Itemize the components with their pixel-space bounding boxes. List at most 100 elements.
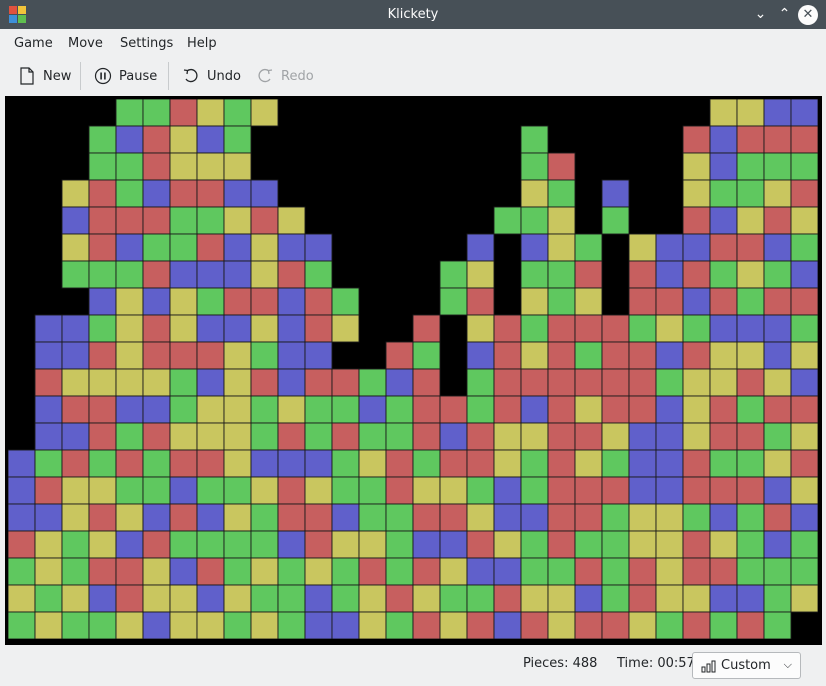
menu-game[interactable]: Game [8,29,59,58]
board-cell-yellow[interactable] [574,449,603,478]
board-cell-green[interactable] [250,422,279,451]
board-cell-red[interactable] [88,206,117,235]
board-cell-blue[interactable] [709,503,738,532]
board-cell-red[interactable] [682,530,711,559]
board-cell-green[interactable] [466,476,495,505]
board-cell-red[interactable] [142,260,171,289]
board-cell-yellow[interactable] [547,584,576,613]
board-cell-blue[interactable] [655,476,684,505]
minimize-button[interactable]: ⌄ [750,4,771,25]
board-cell-blue[interactable] [304,584,333,613]
board-cell-green[interactable] [763,611,792,639]
board-cell-red[interactable] [709,287,738,316]
board-cell-blue[interactable] [196,125,225,154]
board-cell-blue[interactable] [277,449,306,478]
board-cell-red[interactable] [736,368,765,397]
board-cell-red[interactable] [304,287,333,316]
board-cell-blue[interactable] [196,368,225,397]
board-cell-yellow[interactable] [601,422,630,451]
board-cell-red[interactable] [466,422,495,451]
board-cell-green[interactable] [331,449,360,478]
board-cell-red[interactable] [628,287,657,316]
board-cell-blue[interactable] [655,422,684,451]
board-cell-yellow[interactable] [169,422,198,451]
board-cell-green[interactable] [250,341,279,370]
board-cell-blue[interactable] [115,395,144,424]
board-cell-yellow[interactable] [709,368,738,397]
board-cell-blue[interactable] [142,503,171,532]
board-cell-yellow[interactable] [466,503,495,532]
board-cell-blue[interactable] [628,422,657,451]
board-cell-blue[interactable] [88,584,117,613]
board-cell-blue[interactable] [250,179,279,208]
board-cell-yellow[interactable] [61,179,90,208]
board-cell-green[interactable] [520,449,549,478]
board-cell-red[interactable] [574,503,603,532]
board-cell-blue[interactable] [34,314,63,343]
board-cell-green[interactable] [547,260,576,289]
board-cell-green[interactable] [223,530,252,559]
board-cell-green[interactable] [574,233,603,262]
board-cell-blue[interactable] [655,233,684,262]
board-cell-red[interactable] [331,368,360,397]
board-cell-red[interactable] [601,341,630,370]
board-cell-red[interactable] [682,260,711,289]
board-cell-red[interactable] [169,503,198,532]
board-cell-blue[interactable] [250,449,279,478]
board-cell-red[interactable] [304,314,333,343]
board-cell-red[interactable] [493,395,522,424]
board-cell-red[interactable] [88,341,117,370]
difficulty-select[interactable]: Custom ⌵ [692,652,801,679]
board-cell-green[interactable] [601,503,630,532]
board-cell-yellow[interactable] [763,179,792,208]
board-cell-green[interactable] [8,557,36,586]
board-cell-green[interactable] [223,557,252,586]
board-cell-red[interactable] [412,557,441,586]
board-cell-red[interactable] [709,395,738,424]
board-cell-green[interactable] [547,179,576,208]
board-cell-blue[interactable] [277,287,306,316]
board-cell-yellow[interactable] [61,368,90,397]
board-cell-yellow[interactable] [115,314,144,343]
board-cell-blue[interactable] [115,233,144,262]
board-cell-green[interactable] [61,611,90,639]
board-cell-blue[interactable] [142,287,171,316]
board-cell-green[interactable] [736,179,765,208]
board-cell-blue[interactable] [169,476,198,505]
board-cell-red[interactable] [763,125,792,154]
board-cell-blue[interactable] [223,179,252,208]
board-cell-green[interactable] [115,152,144,181]
board-cell-blue[interactable] [61,206,90,235]
board-cell-yellow[interactable] [790,476,818,505]
board-cell-blue[interactable] [358,395,387,424]
board-cell-red[interactable] [277,422,306,451]
board-cell-yellow[interactable] [196,395,225,424]
board-cell-blue[interactable] [142,611,171,639]
board-cell-yellow[interactable] [88,368,117,397]
board-cell-green[interactable] [385,503,414,532]
board-cell-red[interactable] [547,395,576,424]
board-cell-green[interactable] [385,395,414,424]
board-cell-yellow[interactable] [466,314,495,343]
pause-button[interactable]: Pause [94,62,157,90]
board-cell-yellow[interactable] [169,125,198,154]
board-cell-green[interactable] [196,287,225,316]
board-cell-yellow[interactable] [493,422,522,451]
board-cell-blue[interactable] [655,395,684,424]
board-cell-red[interactable] [682,476,711,505]
board-cell-red[interactable] [88,233,117,262]
board-cell-red[interactable] [34,368,63,397]
board-cell-blue[interactable] [61,314,90,343]
board-cell-red[interactable] [142,125,171,154]
board-cell-green[interactable] [520,260,549,289]
board-cell-red[interactable] [763,395,792,424]
board-cell-yellow[interactable] [223,584,252,613]
board-cell-red[interactable] [385,476,414,505]
board-cell-yellow[interactable] [547,611,576,639]
board-cell-blue[interactable] [493,557,522,586]
board-cell-red[interactable] [709,557,738,586]
board-cell-yellow[interactable] [115,503,144,532]
board-cell-yellow[interactable] [520,584,549,613]
board-cell-red[interactable] [88,179,117,208]
board-cell-red[interactable] [655,287,684,316]
